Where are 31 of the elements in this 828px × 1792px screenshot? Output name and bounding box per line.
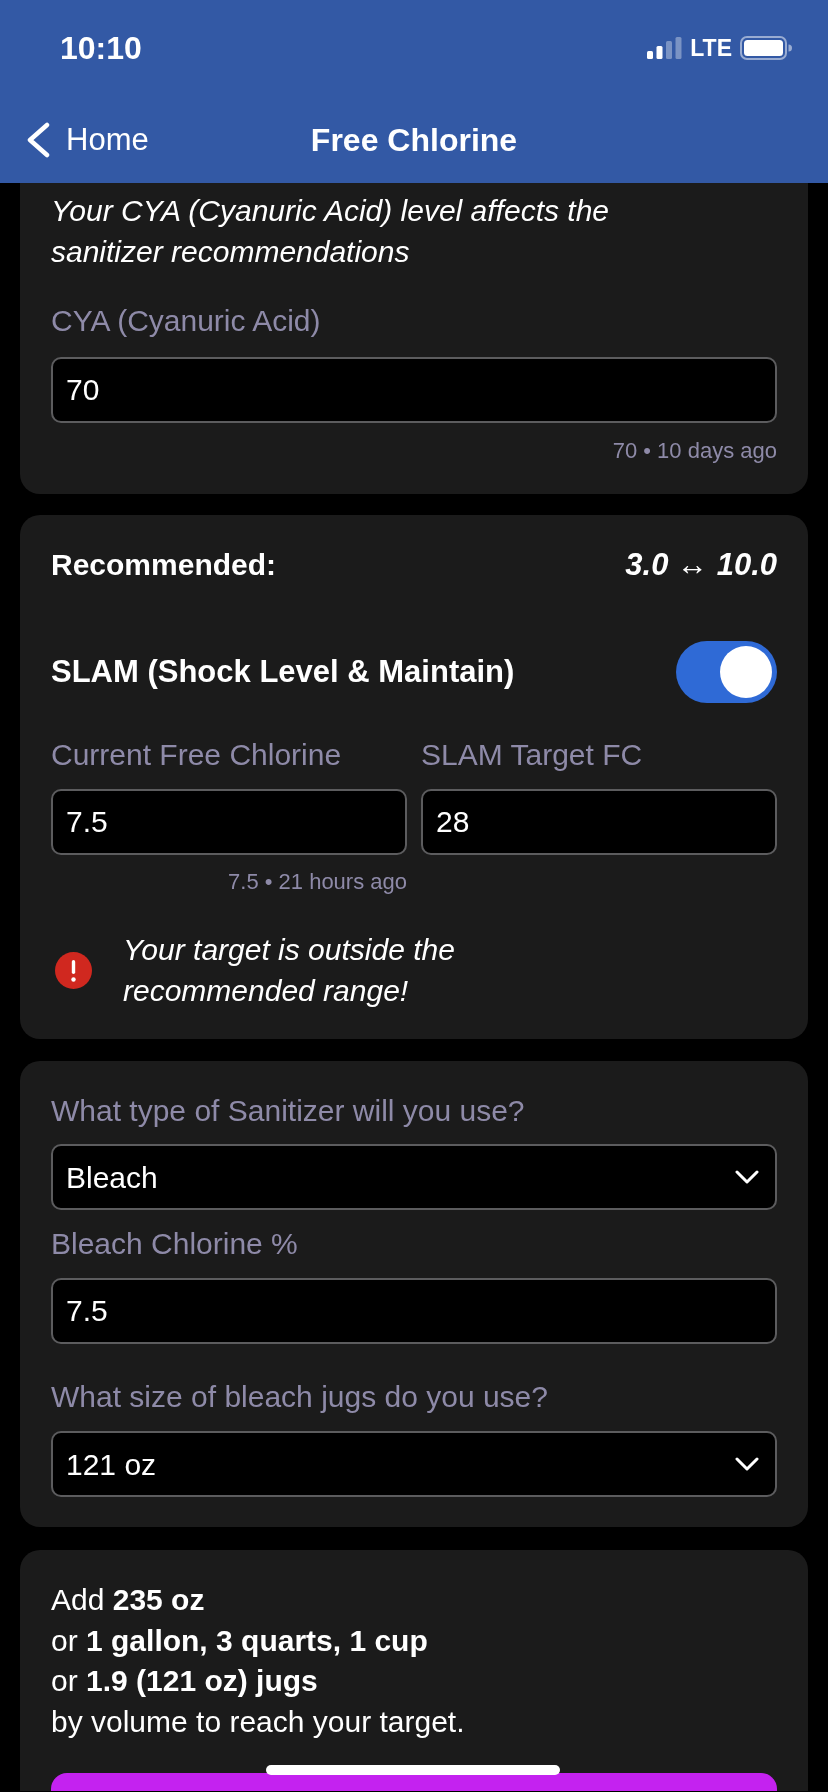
back-button[interactable]: Home <box>0 119 149 160</box>
field-label: Current Free Chlorine <box>51 737 343 773</box>
status-time: 10:10 <box>60 29 142 68</box>
info-text: Your CYA (Cyanuric Acid) level affects the sanitizer recommendations <box>51 193 611 270</box>
battery-icon <box>740 36 792 60</box>
field-label: CYA (Cyanuric Acid) <box>51 303 322 339</box>
input-field[interactable]: 7.5 <box>51 1278 777 1344</box>
screen-title: Free Chlorine <box>310 120 518 160</box>
chevron-left-icon <box>26 121 50 158</box>
input-field[interactable]: 70 <box>51 357 777 423</box>
chevron-down-icon <box>735 1170 759 1184</box>
input-field[interactable]: 28 <box>421 789 777 855</box>
recommended-label: Recommended: <box>51 547 277 583</box>
chevron-down-icon <box>735 1457 759 1471</box>
input-field[interactable]: 7.5 <box>51 789 407 855</box>
warning-text: Your target is outside the recommended range! <box>123 932 456 1009</box>
dropdown[interactable]: 121 oz <box>51 1431 777 1497</box>
field-label: What type of Sanitizer will you use? <box>51 1093 526 1129</box>
toggle-label: SLAM (Shock Level & Maintain) <box>51 653 515 691</box>
dosage-text: Add 235 oz or 1 gallon, 3 quarts, 1 cup or 1.9 (121 oz) jugs by volume to reach your target. <box>51 1582 466 1740</box>
signal-icon <box>647 37 683 59</box>
warning-icon <box>55 951 92 989</box>
field-label: Bleach Chlorine % <box>51 1226 299 1262</box>
field-label: What size of bleach jugs do you use? <box>51 1379 549 1415</box>
last-reading-text: 7.5 • 21 hours ago <box>228 868 407 896</box>
last-reading-text: 70 • 10 days ago <box>612 437 777 465</box>
action-button[interactable] <box>51 1773 777 1791</box>
dropdown[interactable]: Bleach <box>51 1144 777 1210</box>
field-label: SLAM Target FC <box>421 737 644 773</box>
network-label: LTE <box>690 34 732 62</box>
recommended-range: 3.0 ↔ 10.0 <box>625 546 777 584</box>
